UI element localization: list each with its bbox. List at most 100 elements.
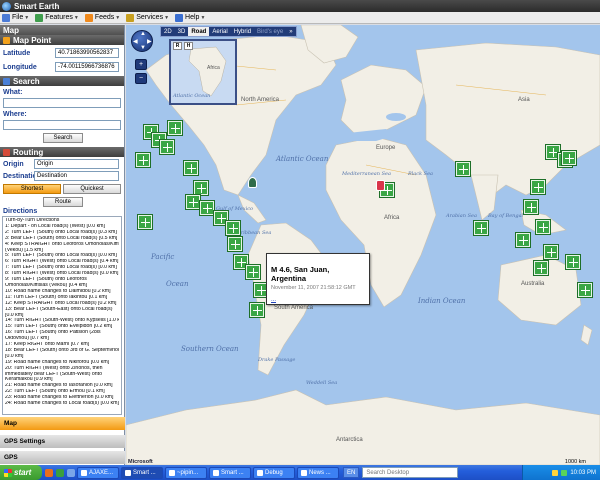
longitude-label: Longitude xyxy=(3,63,37,71)
earthquake-marker[interactable] xyxy=(226,221,240,235)
task-button[interactable]: Smart ... xyxy=(121,466,163,479)
longitude-field[interactable]: -74.00115966736876 xyxy=(55,62,119,72)
current-location-pin-icon[interactable] xyxy=(248,177,257,188)
destination-label: Destination xyxy=(3,172,42,180)
earthquake-marker[interactable] xyxy=(578,283,592,297)
start-button[interactable]: start xyxy=(0,465,42,480)
tab-gps-settings[interactable]: GPS Settings xyxy=(0,435,125,448)
pan-left-icon[interactable]: ◀ xyxy=(133,38,138,45)
tab-2d[interactable]: 2D xyxy=(161,27,175,36)
menu-feeds-label: Feeds xyxy=(94,14,115,21)
task-button[interactable]: Smart ... xyxy=(209,466,251,479)
earthquake-marker[interactable] xyxy=(531,180,545,194)
minimap-road-button[interactable]: R xyxy=(173,42,182,50)
feeds-icon xyxy=(84,13,93,22)
earthquake-marker[interactable] xyxy=(194,181,208,195)
atlantic-ocean-label: Atlantic Ocean xyxy=(276,155,329,163)
earthquake-marker[interactable] xyxy=(562,151,576,165)
menu-file[interactable]: File ▼ xyxy=(2,13,30,22)
tray-volume-icon[interactable] xyxy=(561,469,568,476)
chevron-down-icon: ▼ xyxy=(24,14,30,21)
earthquake-marker[interactable] xyxy=(200,201,214,215)
route-button[interactable]: Route xyxy=(43,197,83,207)
indian-ocean-label: Indian Ocean xyxy=(418,297,466,305)
earthquake-marker[interactable] xyxy=(474,221,488,235)
tab-aerial[interactable]: Aerial xyxy=(209,27,230,36)
earthquake-marker[interactable] xyxy=(536,220,550,234)
south-america-label: South America xyxy=(274,305,314,311)
tab-hybrid[interactable]: Hybrid xyxy=(231,27,254,36)
earthquake-marker[interactable] xyxy=(524,200,538,214)
mediterranean-label: Mediterranean Sea xyxy=(342,171,391,177)
quickest-route-button[interactable]: Quickest xyxy=(63,184,121,194)
africa-label: Africa xyxy=(384,215,400,221)
earthquake-marker[interactable] xyxy=(184,161,198,175)
minimap[interactable]: R H Africa Atlantic Ocean xyxy=(169,39,237,105)
zoom-in-button[interactable]: + xyxy=(135,59,147,70)
earthquake-marker[interactable] xyxy=(544,245,558,259)
earthquake-marker[interactable] xyxy=(186,195,200,209)
routing-header[interactable]: Routing xyxy=(0,147,124,157)
earthquake-marker[interactable] xyxy=(168,121,182,135)
desktop-search-input[interactable]: Search Desktop xyxy=(362,467,459,478)
task-button[interactable]: ~pipin... xyxy=(165,466,207,479)
earthquake-marker[interactable] xyxy=(534,261,548,275)
map-point-header[interactable]: Map Point xyxy=(0,35,124,45)
more-tabs-button[interactable]: » xyxy=(286,27,295,36)
clock[interactable]: 10:03 PM xyxy=(570,470,596,476)
folder-icon xyxy=(257,469,263,476)
tray-network-icon[interactable] xyxy=(552,469,559,476)
minimap-hybrid-button[interactable]: H xyxy=(184,42,193,50)
earthquake-marker[interactable] xyxy=(566,255,580,269)
destination-input[interactable]: Destination xyxy=(34,171,119,181)
menu-services[interactable]: Services ▼ xyxy=(126,13,169,22)
earthquake-marker[interactable] xyxy=(138,215,152,229)
directions-list[interactable]: Turn-by-Turn Directions 1: Depart - on Lo… xyxy=(2,216,122,415)
earthquake-marker[interactable] xyxy=(136,153,150,167)
latitude-field[interactable]: 40.71863990562837 xyxy=(55,48,119,58)
help-icon xyxy=(175,13,184,22)
menu-features[interactable]: Features ▼ xyxy=(35,13,79,22)
bay-of-bengal-label: Bay of Bengal xyxy=(488,213,524,219)
route-destination-pin-icon[interactable] xyxy=(376,180,385,191)
minimap-africa-label: Africa xyxy=(207,65,220,71)
tab-gps[interactable]: GPS xyxy=(0,451,125,464)
task-button[interactable]: Debug xyxy=(253,466,295,479)
what-input[interactable] xyxy=(3,98,121,108)
earthquake-marker[interactable] xyxy=(228,237,242,251)
tab-3d[interactable]: 3D xyxy=(175,27,189,36)
origin-input[interactable]: Origin xyxy=(34,159,119,169)
task-button[interactable]: News ... xyxy=(297,466,339,479)
pan-right-icon[interactable]: ▶ xyxy=(147,38,152,45)
where-input[interactable] xyxy=(3,120,121,130)
quicklaunch-browser-icon[interactable] xyxy=(45,468,53,477)
system-tray: 10:03 PM xyxy=(522,465,600,480)
task-button[interactable]: AJAXE... xyxy=(77,466,119,479)
features-icon xyxy=(35,13,44,22)
map-panel-header[interactable]: Map xyxy=(0,25,124,35)
earthquake-marker[interactable] xyxy=(160,140,174,154)
popup-more-link[interactable]: ... xyxy=(271,297,365,303)
shortest-route-button[interactable]: Shortest xyxy=(3,184,61,194)
earthquake-marker[interactable] xyxy=(456,162,470,176)
quicklaunch-app-icon[interactable] xyxy=(56,468,64,477)
zoom-out-button[interactable]: − xyxy=(135,73,147,84)
quicklaunch-desktop-icon[interactable] xyxy=(67,468,75,477)
language-indicator[interactable]: EN xyxy=(343,467,360,478)
earthquake-marker[interactable] xyxy=(246,265,260,279)
earthquake-marker[interactable] xyxy=(250,303,264,317)
search-button[interactable]: Search xyxy=(43,133,83,143)
pan-down-icon[interactable]: ▼ xyxy=(140,45,146,51)
menu-help[interactable]: Help ▼ xyxy=(175,13,205,22)
minimap-ocean-label: Atlantic Ocean xyxy=(173,93,211,99)
menu-feeds[interactable]: Feeds ▼ xyxy=(84,13,120,22)
tab-road[interactable]: Road xyxy=(188,27,210,36)
map-view[interactable]: ▲ ▼ ◀ ▶ + − 2D 3D Road Aerial Hybrid Bir… xyxy=(126,25,600,465)
search-header[interactable]: Search xyxy=(0,76,124,86)
tab-map[interactable]: Map xyxy=(0,417,125,430)
pan-control[interactable]: ▲ ▼ ◀ ▶ xyxy=(131,30,153,52)
black-sea-label: Black Sea xyxy=(408,171,434,177)
earthquake-marker[interactable] xyxy=(516,233,530,247)
pan-up-icon[interactable]: ▲ xyxy=(140,31,146,37)
tab-birds-eye[interactable]: Bird's eye xyxy=(254,27,286,36)
